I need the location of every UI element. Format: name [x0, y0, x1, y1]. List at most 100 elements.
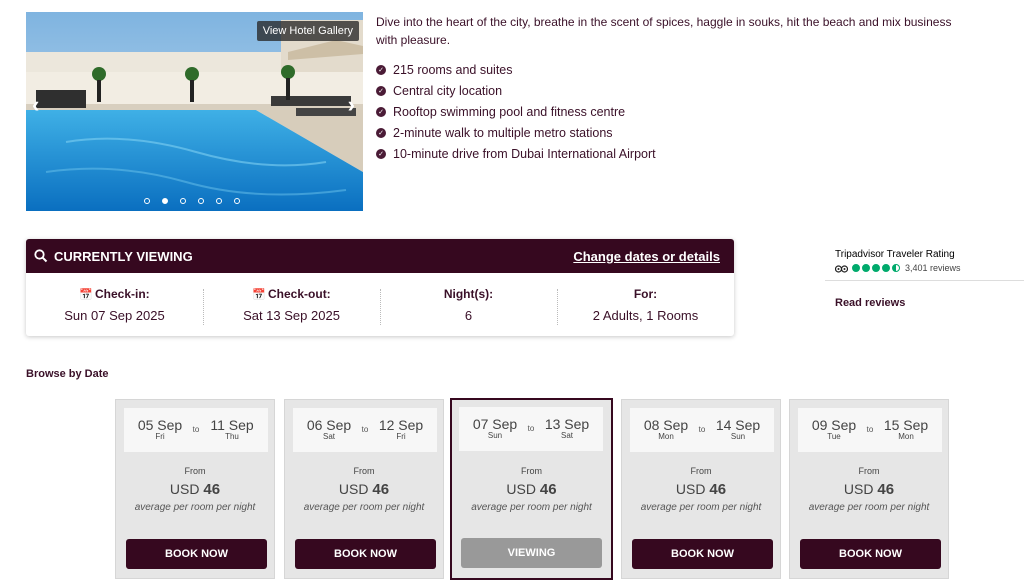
- end-day: Thu: [225, 432, 239, 441]
- price-amount: 46: [709, 481, 727, 498]
- price: USD 46: [452, 481, 611, 498]
- pool-photo: [26, 12, 363, 211]
- currency: USD: [506, 481, 536, 497]
- start-day: Mon: [658, 432, 674, 441]
- date-option-card[interactable]: 06 Sep Sat to 12 Sep Fri From USD 46 average pe…: [284, 399, 444, 579]
- tripadvisor-owl-icon: [835, 264, 848, 273]
- slide-dot[interactable]: [216, 198, 222, 204]
- date-range: 09 Sep Tue to 15 Sep Mon: [798, 408, 942, 452]
- book-now-button[interactable]: BOOK NOW: [800, 539, 941, 569]
- date-option-card[interactable]: 08 Sep Mon to 14 Sep Sun From USD 46 average pe…: [621, 399, 781, 579]
- rating-bubble-icon: [872, 264, 880, 272]
- per-night-label: average per room per night: [303, 502, 425, 513]
- guests-column: For: 2 Adults, 1 Rooms: [557, 287, 734, 325]
- currency: USD: [675, 481, 706, 497]
- price-amount: 46: [372, 481, 390, 498]
- change-dates-link[interactable]: Change dates or details: [573, 249, 720, 264]
- price: USD 46: [622, 481, 780, 498]
- slide-dot[interactable]: [144, 198, 150, 204]
- checkin-label: Check-in:: [95, 286, 150, 301]
- checkout-column: 📅 Check-out: Sat 13 Sep 2025: [203, 287, 380, 325]
- check-circle-icon: ✓: [376, 148, 386, 159]
- date-range: 07 Sep Sun to 13 Sep Sat: [459, 407, 603, 451]
- start-day: Sat: [322, 432, 335, 441]
- start-date: 08 Sep: [643, 417, 689, 433]
- from-label: From: [858, 466, 880, 476]
- currently-viewing-panel: CURRENTLY VIEWING Change dates or detail…: [26, 239, 734, 336]
- end-day: Sun: [730, 432, 746, 441]
- start-date: 06 Sep: [306, 417, 352, 433]
- currency: USD: [843, 481, 874, 497]
- feature-text: 215 rooms and suites: [393, 62, 513, 77]
- read-reviews-link[interactable]: Read reviews: [835, 297, 905, 309]
- start-date: 09 Sep: [811, 417, 857, 433]
- browse-by-date-title: Browse by Date: [26, 368, 109, 380]
- book-now-button[interactable]: BOOK NOW: [295, 539, 436, 569]
- rating-bubble-icon: [862, 264, 870, 272]
- start-day: Fri: [155, 432, 165, 441]
- slide-dot[interactable]: [234, 198, 240, 204]
- from-label: From: [353, 466, 375, 476]
- end-date: 13 Sep: [544, 416, 590, 432]
- feature-item: ✓ Rooftop swimming pool and fitness centr…: [376, 101, 656, 122]
- to-label: to: [696, 425, 708, 434]
- feature-item: ✓ Central city location: [376, 80, 656, 101]
- prev-slide-icon[interactable]: ‹: [32, 92, 39, 118]
- tripadvisor-title: Tripadvisor Traveler Rating: [835, 249, 955, 260]
- feature-item: ✓ 215 rooms and suites: [376, 59, 656, 80]
- end-day: Mon: [898, 432, 914, 441]
- check-circle-icon: ✓: [376, 127, 386, 138]
- start-day: Tue: [827, 432, 841, 441]
- rating-bubble-icon: [882, 264, 890, 272]
- viewing-header: CURRENTLY VIEWING Change dates or detail…: [26, 239, 734, 273]
- next-slide-icon[interactable]: ›: [348, 92, 355, 118]
- nights-value: 6: [464, 307, 473, 323]
- date-option-card[interactable]: 05 Sep Fri to 11 Sep Thu From USD 46 average pe…: [115, 399, 275, 579]
- start-date: 05 Sep: [137, 417, 183, 433]
- feature-list: ✓ 215 rooms and suites ✓ Central city locat…: [376, 59, 656, 164]
- book-now-button[interactable]: BOOK NOW: [126, 539, 267, 569]
- price-amount: 46: [539, 481, 557, 498]
- viewing-details: 📅 Check-in: Sun 07 Sep 2025 📅 Check-out: S…: [26, 273, 734, 336]
- hotel-description: Dive into the heart of the city, breathe…: [376, 15, 952, 47]
- to-label: to: [359, 425, 371, 434]
- viewing-title: CURRENTLY VIEWING: [54, 248, 193, 264]
- viewing-button[interactable]: VIEWING: [461, 538, 602, 568]
- checkin-value: Sun 07 Sep 2025: [64, 307, 165, 323]
- currency: USD: [169, 481, 200, 497]
- end-date: 15 Sep: [883, 417, 929, 433]
- price-amount: 46: [203, 481, 221, 498]
- per-night-label: average per room per night: [640, 502, 762, 513]
- slide-dot[interactable]: [162, 198, 168, 204]
- checkout-value: Sat 13 Sep 2025: [243, 307, 340, 323]
- checkin-column: 📅 Check-in: Sun 07 Sep 2025: [26, 287, 203, 323]
- rating-bubble-icon: [892, 264, 900, 272]
- date-option-card[interactable]: 09 Sep Tue to 15 Sep Mon From USD 46 average pe…: [789, 399, 949, 579]
- feature-text: 2-minute walk to multiple metro stations: [393, 125, 613, 140]
- price: USD 46: [790, 481, 948, 498]
- from-label: From: [184, 466, 206, 476]
- currency: USD: [338, 481, 369, 497]
- view-gallery-button[interactable]: View Hotel Gallery: [256, 21, 359, 41]
- hotel-gallery[interactable]: View Hotel Gallery ‹ ›: [26, 12, 363, 211]
- to-label: to: [525, 424, 537, 433]
- nights-column: Night(s): 6: [380, 286, 557, 325]
- rating-bubbles: [852, 264, 900, 272]
- to-label: to: [190, 425, 202, 434]
- book-now-button[interactable]: BOOK NOW: [632, 539, 773, 569]
- end-day: Sat: [560, 431, 573, 440]
- slide-dot[interactable]: [198, 198, 204, 204]
- feature-text: Rooftop swimming pool and fitness centre: [393, 104, 626, 119]
- per-night-label: average per room per night: [471, 502, 592, 513]
- start-date: 07 Sep: [472, 416, 518, 432]
- end-date: 12 Sep: [378, 417, 424, 433]
- slide-dot[interactable]: [180, 198, 186, 204]
- start-day: Sun: [487, 431, 503, 440]
- guests-value: 2 Adults, 1 Rooms: [592, 307, 699, 323]
- feature-text: Central city location: [393, 83, 503, 98]
- date-option-card[interactable]: 07 Sep Sun to 13 Sep Sat From USD 46 average pe…: [450, 398, 613, 580]
- feature-item: ✓ 10-minute drive from Dubai Internationa…: [376, 143, 656, 164]
- search-icon: [34, 249, 48, 263]
- check-circle-icon: ✓: [376, 85, 386, 96]
- nights-label: Night(s):: [443, 286, 494, 301]
